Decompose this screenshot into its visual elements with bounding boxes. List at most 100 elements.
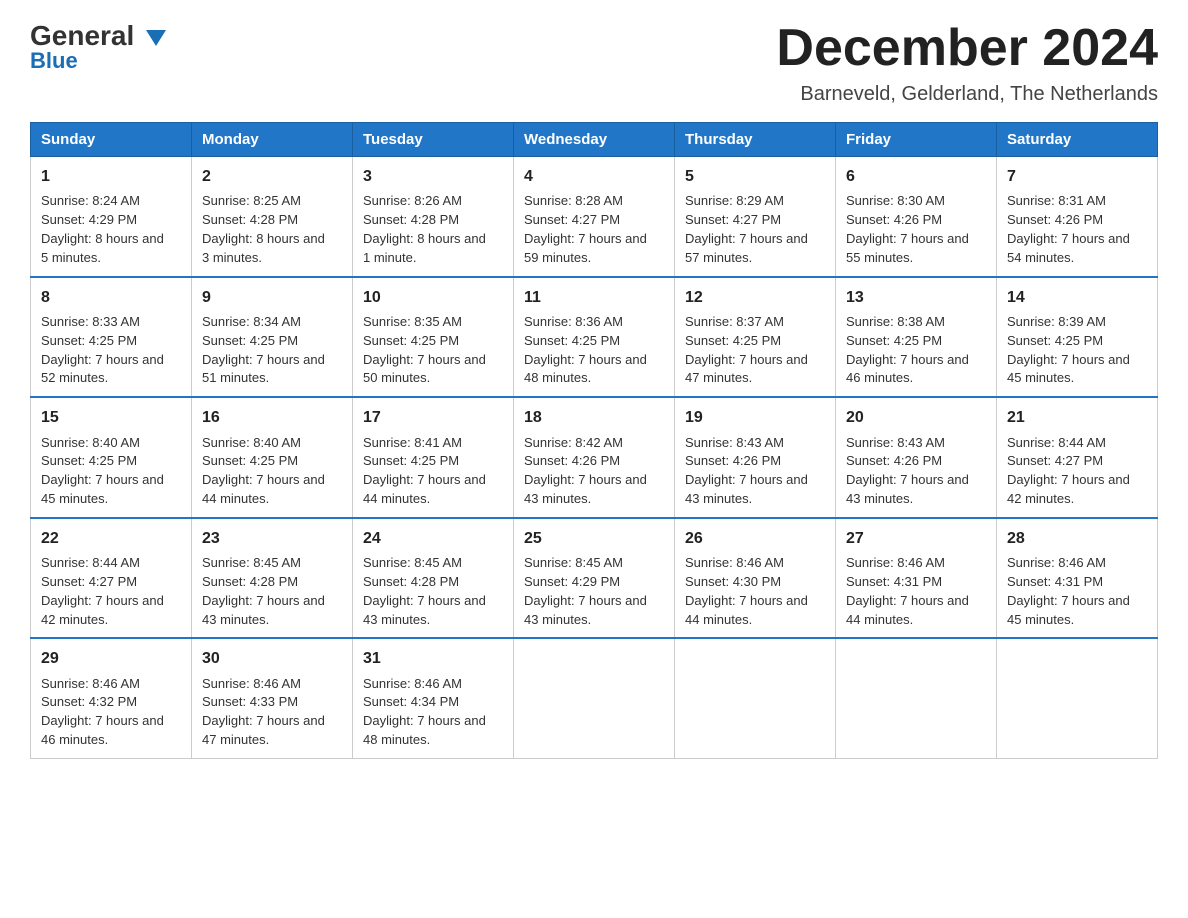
day-info: Sunrise: 8:24 AMSunset: 4:29 PMDaylight:… — [41, 192, 181, 267]
day-number: 9 — [202, 286, 342, 309]
header-tuesday: Tuesday — [353, 123, 514, 157]
table-row: 28 Sunrise: 8:46 AMSunset: 4:31 PMDayligh… — [997, 518, 1158, 639]
day-info: Sunrise: 8:40 AMSunset: 4:25 PMDaylight:… — [41, 434, 181, 509]
day-number: 26 — [685, 527, 825, 550]
day-number: 8 — [41, 286, 181, 309]
page-subtitle: Barneveld, Gelderland, The Netherlands — [776, 83, 1158, 106]
table-row: 25Sunrise: 8:45 AMSunset: 4:29 PMDayligh… — [514, 518, 675, 639]
title-section: December 2024 Barneveld, Gelderland, The… — [776, 20, 1158, 106]
table-row: 6 Sunrise: 8:30 AMSunset: 4:26 PMDaylight… — [836, 157, 997, 277]
table-row: 29 Sunrise: 8:46 AMSunset: 4:32 PMDayligh… — [31, 638, 192, 758]
table-row — [836, 638, 997, 758]
table-row: 20Sunrise: 8:43 AMSunset: 4:26 PMDayligh… — [836, 397, 997, 518]
table-row: 27 Sunrise: 8:46 AMSunset: 4:31 PMDayligh… — [836, 518, 997, 639]
table-row: 19 Sunrise: 8:43 AMSunset: 4:26 PMDayligh… — [675, 397, 836, 518]
day-number: 23 — [202, 527, 342, 550]
day-info: Sunrise: 8:43 AMSunset: 4:26 PMDaylight:… — [685, 434, 825, 509]
day-number: 25 — [524, 527, 664, 550]
day-info: Sunrise: 8:29 AMSunset: 4:27 PMDaylight:… — [685, 192, 825, 267]
day-number: 11 — [524, 286, 664, 309]
day-number: 16 — [202, 406, 342, 429]
table-row: 15Sunrise: 8:40 AMSunset: 4:25 PMDayligh… — [31, 397, 192, 518]
day-info: Sunrise: 8:45 AMSunset: 4:28 PMDaylight:… — [363, 554, 503, 629]
table-row: 2 Sunrise: 8:25 AMSunset: 4:28 PMDaylight… — [192, 157, 353, 277]
day-number: 27 — [846, 527, 986, 550]
day-info: Sunrise: 8:31 AMSunset: 4:26 PMDaylight:… — [1007, 192, 1147, 267]
day-number: 19 — [685, 406, 825, 429]
table-row: 7 Sunrise: 8:31 AMSunset: 4:26 PMDaylight… — [997, 157, 1158, 277]
table-row: 8 Sunrise: 8:33 AMSunset: 4:25 PMDaylight… — [31, 277, 192, 398]
day-info: Sunrise: 8:46 AMSunset: 4:34 PMDaylight:… — [363, 675, 503, 750]
day-info: Sunrise: 8:35 AMSunset: 4:25 PMDaylight:… — [363, 313, 503, 388]
day-info: Sunrise: 8:37 AMSunset: 4:25 PMDaylight:… — [685, 313, 825, 388]
day-number: 29 — [41, 647, 181, 670]
table-row: 21Sunrise: 8:44 AMSunset: 4:27 PMDayligh… — [997, 397, 1158, 518]
table-row: 11 Sunrise: 8:36 AMSunset: 4:25 PMDayligh… — [514, 277, 675, 398]
table-row: 18Sunrise: 8:42 AMSunset: 4:26 PMDayligh… — [514, 397, 675, 518]
day-info: Sunrise: 8:44 AMSunset: 4:27 PMDaylight:… — [1007, 434, 1147, 509]
page-title: December 2024 — [776, 20, 1158, 77]
table-row: 17Sunrise: 8:41 AMSunset: 4:25 PMDayligh… — [353, 397, 514, 518]
day-info: Sunrise: 8:46 AMSunset: 4:33 PMDaylight:… — [202, 675, 342, 750]
day-number: 1 — [41, 165, 181, 188]
calendar-week-3: 15Sunrise: 8:40 AMSunset: 4:25 PMDayligh… — [31, 397, 1158, 518]
day-number: 5 — [685, 165, 825, 188]
header-monday: Monday — [192, 123, 353, 157]
calendar-header-row: Sunday Monday Tuesday Wednesday Thursday… — [31, 123, 1158, 157]
table-row: 31Sunrise: 8:46 AMSunset: 4:34 PMDayligh… — [353, 638, 514, 758]
day-number: 14 — [1007, 286, 1147, 309]
table-row — [675, 638, 836, 758]
day-number: 2 — [202, 165, 342, 188]
day-info: Sunrise: 8:46 AMSunset: 4:31 PMDaylight:… — [846, 554, 986, 629]
table-row: 30 Sunrise: 8:46 AMSunset: 4:33 PMDayligh… — [192, 638, 353, 758]
day-info: Sunrise: 8:36 AMSunset: 4:25 PMDaylight:… — [524, 313, 664, 388]
day-info: Sunrise: 8:38 AMSunset: 4:25 PMDaylight:… — [846, 313, 986, 388]
table-row: 3 Sunrise: 8:26 AMSunset: 4:28 PMDaylight… — [353, 157, 514, 277]
header-friday: Friday — [836, 123, 997, 157]
table-row: 14 Sunrise: 8:39 AMSunset: 4:25 PMDayligh… — [997, 277, 1158, 398]
day-number: 13 — [846, 286, 986, 309]
table-row: 24 Sunrise: 8:45 AMSunset: 4:28 PMDayligh… — [353, 518, 514, 639]
day-info: Sunrise: 8:33 AMSunset: 4:25 PMDaylight:… — [41, 313, 181, 388]
table-row: 12 Sunrise: 8:37 AMSunset: 4:25 PMDayligh… — [675, 277, 836, 398]
day-info: Sunrise: 8:28 AMSunset: 4:27 PMDaylight:… — [524, 192, 664, 267]
day-number: 6 — [846, 165, 986, 188]
day-info: Sunrise: 8:45 AMSunset: 4:28 PMDaylight:… — [202, 554, 342, 629]
header-thursday: Thursday — [675, 123, 836, 157]
day-info: Sunrise: 8:46 AMSunset: 4:30 PMDaylight:… — [685, 554, 825, 629]
calendar-week-1: 1 Sunrise: 8:24 AMSunset: 4:29 PMDaylight… — [31, 157, 1158, 277]
table-row: 9Sunrise: 8:34 AMSunset: 4:25 PMDaylight… — [192, 277, 353, 398]
day-number: 28 — [1007, 527, 1147, 550]
table-row: 10 Sunrise: 8:35 AMSunset: 4:25 PMDayligh… — [353, 277, 514, 398]
calendar-week-4: 22Sunrise: 8:44 AMSunset: 4:27 PMDayligh… — [31, 518, 1158, 639]
day-number: 17 — [363, 406, 503, 429]
calendar-table: Sunday Monday Tuesday Wednesday Thursday… — [30, 122, 1158, 759]
day-number: 10 — [363, 286, 503, 309]
day-info: Sunrise: 8:26 AMSunset: 4:28 PMDaylight:… — [363, 192, 503, 267]
day-info: Sunrise: 8:25 AMSunset: 4:28 PMDaylight:… — [202, 192, 342, 267]
calendar-week-2: 8 Sunrise: 8:33 AMSunset: 4:25 PMDaylight… — [31, 277, 1158, 398]
day-info: Sunrise: 8:46 AMSunset: 4:32 PMDaylight:… — [41, 675, 181, 750]
table-row: 26 Sunrise: 8:46 AMSunset: 4:30 PMDayligh… — [675, 518, 836, 639]
day-number: 4 — [524, 165, 664, 188]
table-row: 4 Sunrise: 8:28 AMSunset: 4:27 PMDaylight… — [514, 157, 675, 277]
day-info: Sunrise: 8:46 AMSunset: 4:31 PMDaylight:… — [1007, 554, 1147, 629]
header-saturday: Saturday — [997, 123, 1158, 157]
day-number: 24 — [363, 527, 503, 550]
day-number: 12 — [685, 286, 825, 309]
table-row: 23 Sunrise: 8:45 AMSunset: 4:28 PMDayligh… — [192, 518, 353, 639]
day-number: 3 — [363, 165, 503, 188]
table-row: 16 Sunrise: 8:40 AMSunset: 4:25 PMDayligh… — [192, 397, 353, 518]
day-info: Sunrise: 8:40 AMSunset: 4:25 PMDaylight:… — [202, 434, 342, 509]
day-info: Sunrise: 8:39 AMSunset: 4:25 PMDaylight:… — [1007, 313, 1147, 388]
day-info: Sunrise: 8:44 AMSunset: 4:27 PMDaylight:… — [41, 554, 181, 629]
header-sunday: Sunday — [31, 123, 192, 157]
day-number: 30 — [202, 647, 342, 670]
day-info: Sunrise: 8:30 AMSunset: 4:26 PMDaylight:… — [846, 192, 986, 267]
logo-blue-text: Blue — [30, 48, 78, 74]
logo: General Blue — [30, 20, 166, 74]
calendar-week-5: 29 Sunrise: 8:46 AMSunset: 4:32 PMDayligh… — [31, 638, 1158, 758]
table-row: 5 Sunrise: 8:29 AMSunset: 4:27 PMDaylight… — [675, 157, 836, 277]
table-row: 13 Sunrise: 8:38 AMSunset: 4:25 PMDayligh… — [836, 277, 997, 398]
day-number: 7 — [1007, 165, 1147, 188]
